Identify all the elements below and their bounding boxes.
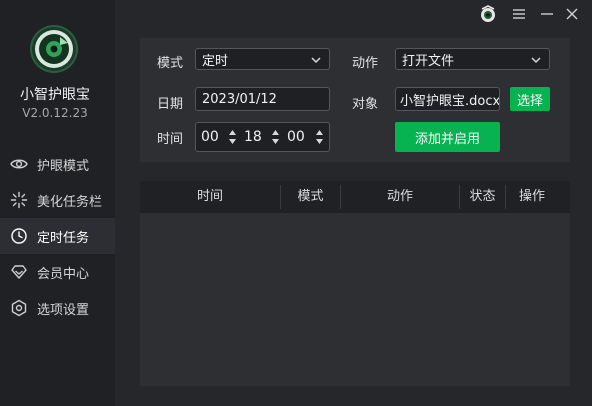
time-second[interactable]: 00	[287, 129, 305, 145]
second-stepper-icon[interactable]	[315, 127, 324, 147]
action-select[interactable]: 打开文件	[395, 48, 550, 70]
diamond-icon	[10, 263, 28, 281]
sidebar-item-label: 选项设置	[37, 302, 90, 318]
minute-stepper-icon[interactable]	[271, 127, 280, 147]
action-select-value: 打开文件	[402, 53, 455, 69]
table-body	[140, 213, 570, 386]
hour-stepper-icon[interactable]	[228, 127, 237, 147]
time-label: 时间	[157, 132, 184, 147]
sidebar-item-label: 美化任务栏	[37, 194, 103, 210]
column-header-mode: 模式	[297, 189, 324, 204]
target-input[interactable]: 小智护眼宝.docx	[395, 87, 500, 111]
app-version: V2.0.12.23	[22, 106, 88, 120]
sidebar-item-beautify-taskbar[interactable]: 美化任务栏	[0, 182, 115, 218]
chevron-down-icon	[531, 57, 541, 64]
action-label: 动作	[352, 56, 379, 71]
sidebar-item-label: 会员中心	[37, 266, 90, 282]
time-hour[interactable]: 00	[201, 129, 219, 145]
clock-icon	[10, 227, 28, 245]
target-label: 对象	[352, 97, 379, 112]
target-input-value: 小智护眼宝.docx	[400, 93, 500, 109]
app-name: 小智护眼宝	[20, 87, 90, 103]
date-input-value: 2023/01/12	[202, 91, 277, 107]
mode-label: 模式	[157, 56, 184, 71]
date-input[interactable]: 2023/01/12	[195, 87, 330, 111]
task-form-panel: 模式 定时 动作 打开文件 日期 2023/01/12 对象 小智护眼宝.doc…	[140, 38, 570, 162]
mode-select-value: 定时	[202, 53, 229, 69]
sidebar-item-eye-mode[interactable]: 护眼模式	[0, 146, 115, 182]
date-label: 日期	[157, 97, 184, 112]
avatar-icon[interactable]	[478, 5, 498, 23]
menu-icon[interactable]	[509, 5, 529, 23]
task-table: 时间 模式 动作 状态 操作	[140, 181, 570, 386]
time-minute[interactable]: 18	[244, 129, 262, 145]
close-icon[interactable]	[562, 5, 582, 23]
sidebar-item-label: 定时任务	[37, 230, 90, 246]
table-header: 时间 模式 动作 状态 操作	[140, 181, 570, 213]
minimize-icon[interactable]	[537, 5, 557, 23]
add-and-enable-button[interactable]: 添加并启用	[395, 122, 500, 152]
sidebar-item-settings[interactable]: 选项设置	[0, 290, 115, 326]
sidebar-item-member-center[interactable]: 会员中心	[0, 254, 115, 290]
gear-icon	[10, 299, 28, 317]
eye-icon	[10, 155, 28, 173]
sidebar-item-scheduled-tasks[interactable]: 定时任务	[0, 218, 115, 254]
sidebar-item-label: 护眼模式	[37, 158, 90, 174]
column-header-status: 状态	[469, 189, 496, 204]
column-header-time: 时间	[196, 189, 223, 204]
column-header-action: 动作	[386, 189, 413, 204]
chevron-down-icon	[311, 57, 321, 64]
app-logo	[30, 25, 78, 73]
sparkle-icon	[10, 191, 28, 209]
column-header-operation: 操作	[518, 189, 545, 204]
mode-select[interactable]: 定时	[195, 48, 330, 70]
time-spinner[interactable]: 00 18 00	[195, 122, 330, 152]
sidebar: 小智护眼宝 V2.0.12.23 护眼模式 美化任务栏 定时任务 会员中心 选项…	[0, 0, 115, 406]
choose-button[interactable]: 选择	[510, 87, 550, 111]
